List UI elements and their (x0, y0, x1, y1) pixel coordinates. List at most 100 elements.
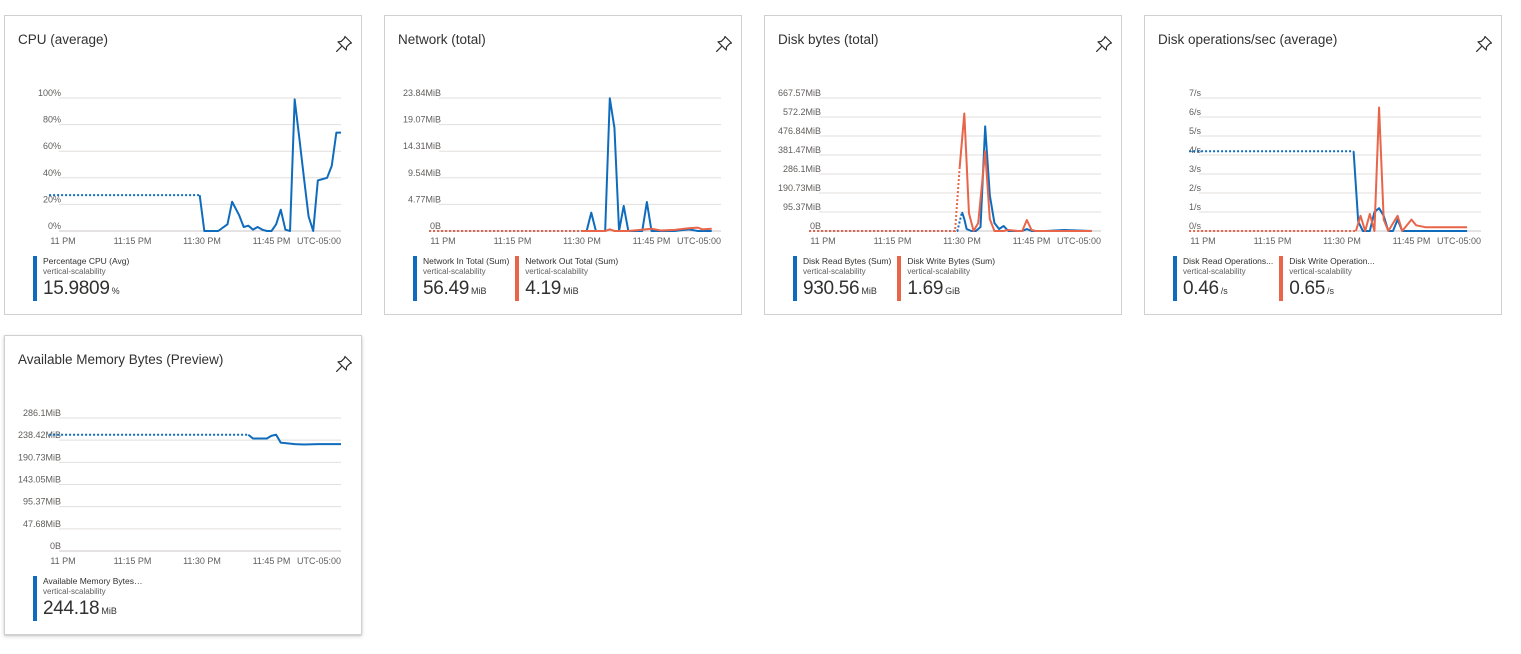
series-line-dotted (809, 211, 963, 232)
legend-resource-name: vertical-scalability (803, 267, 866, 276)
legend-item[interactable]: Network Out Total (Sum) vertical-scalabil… (515, 256, 618, 302)
legend-value: 244.18 MiB (43, 598, 143, 622)
x-tick-label: UTC-05:00 (1437, 236, 1481, 246)
legend-text: Disk Write Operation... vertical-scalabil… (1289, 256, 1374, 302)
legend-resource-name: vertical-scalability (525, 267, 588, 276)
legend-value-number: 0.65 (1289, 278, 1326, 299)
legend-color-swatch (413, 256, 417, 301)
x-tick-label: 11:45 PM (633, 236, 671, 246)
legend-value-number: 930.56 (803, 278, 860, 299)
x-tick-label: 11:30 PM (183, 236, 221, 246)
series-line (247, 433, 341, 446)
disk-operations-chart: 0/s 1/s 2/s 3/s 4/s 5/s 6/s 7/s 11 PM 11:15 PM 11:… (1189, 88, 1481, 246)
legend-value: 930.56 MiB (803, 278, 891, 302)
y-tick-label: 1/s (1189, 202, 1202, 212)
legend-resource-name: vertical-scalability (43, 587, 106, 596)
legend-color-swatch (1173, 256, 1177, 301)
y-tick-label: 143.05MiB (18, 475, 61, 485)
y-tick-label: 100% (38, 88, 61, 98)
x-tick-label: 11:30 PM (183, 556, 221, 566)
legend-metric-name: Disk Read Bytes (Sum) (803, 256, 892, 266)
x-tick-label: 11:15 PM (494, 236, 532, 246)
legend-value-number: 244.18 (43, 598, 100, 619)
legend-value-number: 4.19 (525, 278, 562, 299)
legend-metric-name: Percentage CPU (Avg) (43, 256, 130, 266)
y-tick-label: 572.2MiB (783, 107, 821, 117)
x-tick-label: 11 PM (810, 236, 835, 246)
cpu-chart: 0%20%40%60%80%100%11 PM 11:15 PM 11:30 PM 1… (38, 88, 341, 246)
legend-item[interactable]: Disk Read Bytes (Sum) vertical-scalabilit… (793, 256, 891, 302)
legend-color-swatch (793, 256, 797, 301)
legend-color-swatch (515, 256, 520, 301)
series-line (198, 98, 341, 232)
x-tick-label: 11:30 PM (1323, 236, 1361, 246)
y-tick-label: 4/s (1189, 145, 1202, 155)
x-tick-label: 11 PM (1190, 236, 1215, 246)
y-tick-label: 60% (43, 141, 61, 151)
legend-color-swatch (33, 576, 37, 621)
legend-item[interactable]: Network In Total (Sum) vertical-scalabili… (413, 256, 509, 302)
legend-text: Disk Write Bytes (Sum) vertical-scalabili… (907, 256, 995, 302)
chart-legend: Disk Read Operations... vertical-scalabil… (1173, 256, 1381, 302)
legend-value: 4.19 MiB (525, 278, 618, 302)
chart-legend: Network In Total (Sum) vertical-scalabili… (413, 256, 624, 302)
legend-text: Percentage CPU (Avg) vertical-scalability… (43, 256, 129, 302)
y-tick-label: 14.31MiB (403, 141, 441, 151)
legend-resource-name: vertical-scalability (423, 267, 486, 276)
legend-item[interactable]: Disk Write Operation... vertical-scalabil… (1279, 256, 1375, 302)
legend-value-number: 15.9809 (43, 278, 110, 299)
y-tick-label: 3/s (1189, 164, 1202, 174)
y-tick-label: 381.47MiB (778, 145, 821, 155)
legend-value-unit: % (111, 286, 120, 296)
tile-network[interactable]: Network (total) 0B 4.77MiB 9.54MiB 14.31MiB… (384, 15, 742, 315)
tile-disk-operations[interactable]: Disk operations/sec (average) 0/s 1/s 2/s 3… (1144, 15, 1502, 315)
legend-color-swatch (33, 256, 37, 301)
tile-cpu[interactable]: CPU (average) 0% 20% 40% 60% 80% 100% 11 PM 11:… (4, 15, 362, 315)
y-tick-label: 0/s (1189, 221, 1202, 231)
legend-item[interactable]: Disk Read Operations... vertical-scalabil… (1173, 256, 1273, 302)
legend-metric-name: Disk Write Bytes (Sum) (907, 256, 996, 266)
legend-metric-name: Network In Total (Sum) (423, 256, 510, 266)
x-tick-label: UTC-05:00 (297, 236, 341, 246)
legend-metric-name: Available Memory Bytes (Preview) (Avg) (43, 576, 143, 586)
legend-resource-name: vertical-scalability (907, 267, 971, 276)
series-line (582, 97, 712, 232)
x-tick-label: UTC-05:00 (297, 556, 341, 566)
x-tick-label: 11:45 PM (253, 236, 291, 246)
disk-bytes-chart: 0B 95.37MiB 190.73MiB 286.1MiB 381.47MiB 476.… (778, 88, 1101, 246)
x-tick-label: 11 PM (50, 236, 75, 246)
y-tick-label: 95.37MiB (783, 202, 821, 212)
tile-available-memory[interactable]: Available Memory Bytes (Preview) 0B 47.68… (4, 335, 362, 635)
legend-value-unit: MiB (471, 286, 487, 296)
legend-text: Available Memory Bytes (Preview) (Avg)ve… (43, 576, 143, 622)
legend-item[interactable]: Disk Write Bytes (Sum) vertical-scalabili… (897, 256, 995, 302)
legend-resource-name: vertical-scalability (43, 267, 106, 276)
tile-disk-bytes[interactable]: Disk bytes (total) 0B 95.37MiB 190.73MiB 28… (764, 15, 1122, 315)
network-chart: 0B 4.77MiB 9.54MiB 14.31MiB 19.07MiB 23.84MiB… (403, 88, 721, 246)
x-tick-label: 11:15 PM (874, 236, 912, 246)
y-tick-label: 0B (50, 541, 61, 551)
legend-value-unit: MiB (101, 606, 117, 616)
y-tick-label: 286.1MiB (23, 408, 61, 418)
y-tick-label: 23.84MiB (403, 88, 441, 98)
y-tick-label: 6/s (1189, 107, 1202, 117)
legend-value-unit: /s (1327, 286, 1335, 296)
legend-value-unit: /s (1220, 286, 1228, 296)
chart-legend: Disk Read Bytes (Sum) vertical-scalabilit… (793, 256, 1001, 302)
legend-item[interactable]: Percentage CPU (Avg) vertical-scalability… (33, 256, 129, 302)
legend-value-unit: GiB (945, 286, 961, 296)
legend-item[interactable]: Available Memory Bytes (Preview) (Avg)ve… (33, 576, 143, 622)
y-tick-label: 2/s (1189, 183, 1202, 193)
y-tick-label: 19.07MiB (403, 115, 441, 125)
legend-value: 0.65/s (1289, 278, 1374, 302)
chart-legend: Available Memory Bytes (Preview) (Avg)ve… (33, 576, 149, 622)
y-tick-label: 0B (810, 221, 821, 231)
x-tick-label: 11:45 PM (1393, 236, 1431, 246)
chart-legend: Percentage CPU (Avg) vertical-scalability… (33, 256, 135, 302)
y-tick-label: 40% (43, 168, 61, 178)
legend-value-number: 56.49 (423, 278, 470, 299)
x-tick-label: 11:45 PM (1013, 236, 1051, 246)
series-line-dotted (809, 167, 961, 232)
series-line (958, 112, 1092, 232)
legend-metric-name: Network Out Total (Sum) (525, 256, 619, 266)
